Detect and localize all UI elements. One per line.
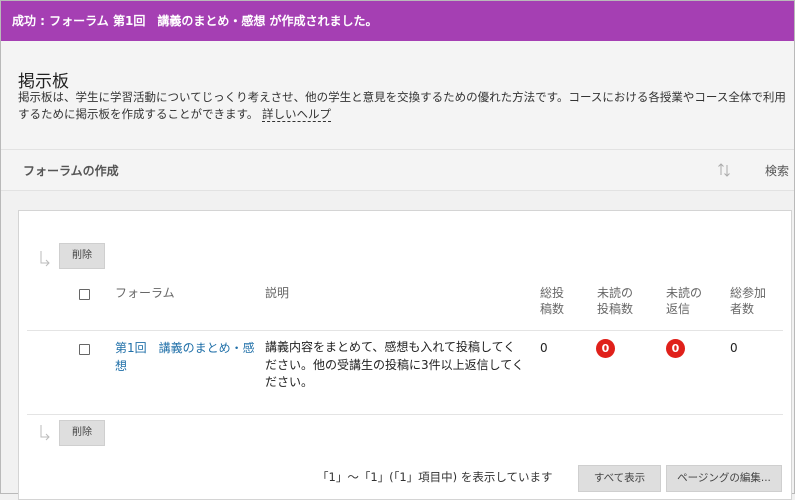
page-description-text: 掲示板は、学生に学習活動についてじっくり考えさせ、他の学生と意見を交換するための…: [18, 90, 786, 121]
show-all-button[interactable]: すべて表示: [578, 465, 661, 492]
row-divider: [27, 414, 783, 415]
column-header-participants[interactable]: 総参加者数: [730, 285, 768, 317]
bulk-action-arrow-icon: [40, 251, 50, 267]
page-description: 掲示板は、学生に学習活動についてじっくり考えさせ、他の学生と意見を交換するための…: [18, 89, 788, 123]
column-header-forum[interactable]: フォーラム: [115, 285, 175, 301]
forum-description: 講義内容をまとめて、感想も入れて投稿してください。他の受講生の投稿に3件以上返信…: [265, 340, 524, 389]
column-header-unread-replies[interactable]: 未読の返信: [666, 285, 704, 317]
paging-summary: 「1」～「1」(「1」項目中) を表示しています: [317, 470, 553, 484]
column-header-total-posts[interactable]: 総投稿数: [540, 285, 570, 317]
page-header: 掲示板 掲示板は、学生に学習活動についてじっくり考えさせ、他の学生と意見を交換す…: [1, 41, 794, 149]
action-toolbar: フォーラムの作成 検索: [1, 149, 794, 191]
unread-replies-badge[interactable]: 0: [666, 339, 685, 358]
help-link[interactable]: 詳しいヘルプ: [262, 107, 332, 122]
delete-button-top[interactable]: 削除: [59, 243, 105, 269]
forum-title-link[interactable]: 第1回 講義のまとめ・感想: [115, 339, 255, 375]
delete-button-bottom[interactable]: 削除: [59, 420, 105, 446]
edit-paging-button[interactable]: ページングの編集...: [666, 465, 782, 492]
create-forum-button[interactable]: フォーラムの作成: [23, 162, 119, 179]
row-checkbox[interactable]: [79, 344, 90, 355]
column-header-description[interactable]: 説明: [265, 285, 289, 301]
bulk-action-arrow-icon: [40, 425, 50, 441]
select-all-checkbox[interactable]: [79, 289, 90, 300]
header-divider: [27, 330, 783, 331]
success-message-bar: 成功 : フォーラム 第1回 講義のまとめ・感想 が作成されました。: [1, 1, 794, 41]
participants-count: 0: [730, 341, 738, 355]
sort-arrows-icon[interactable]: [717, 161, 731, 179]
total-posts-count: 0: [540, 341, 548, 355]
search-button[interactable]: 検索: [765, 162, 789, 179]
unread-posts-badge[interactable]: 0: [596, 339, 615, 358]
forum-list-panel: 削除 フォーラム 説明 総投稿数 未読の投稿数 未読の返信 総参加者数 第1回 …: [18, 210, 792, 500]
column-header-unread-posts[interactable]: 未読の投稿数: [597, 285, 637, 317]
